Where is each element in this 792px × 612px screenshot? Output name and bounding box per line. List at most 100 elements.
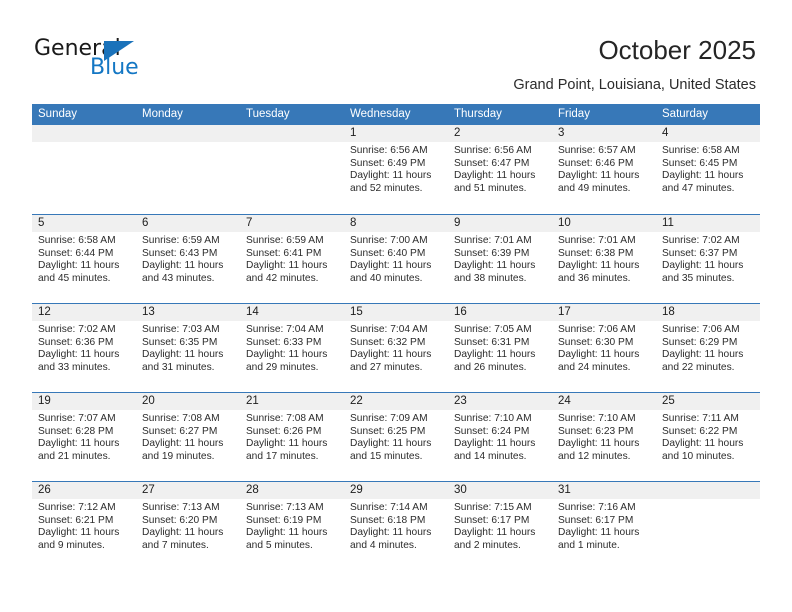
day-number: 16: [448, 304, 552, 321]
calendar-day-cell[interactable]: 23 Sunrise: 7:10 AM Sunset: 6:24 PM Dayligh…: [448, 393, 552, 481]
calendar-day-cell[interactable]: 15 Sunrise: 7:04 AM Sunset: 6:32 PM Dayligh…: [344, 304, 448, 392]
calendar-day-cell[interactable]: 11 Sunrise: 7:02 AM Sunset: 6:37 PM Dayligh…: [656, 215, 760, 303]
calendar-day-cell[interactable]: 16 Sunrise: 7:05 AM Sunset: 6:31 PM Dayligh…: [448, 304, 552, 392]
calendar-day-cell[interactable]: 9 Sunrise: 7:01 AM Sunset: 6:39 PM Daylight…: [448, 215, 552, 303]
daylight-text-line1: Daylight: 11 hours: [142, 438, 224, 450]
day-number: 29: [344, 482, 448, 499]
page-header: General Blue October 2025 Grand Point, L…: [0, 0, 792, 100]
day-number: [240, 125, 344, 142]
calendar-day-cell[interactable]: 3 Sunrise: 6:57 AM Sunset: 6:46 PM Daylight…: [552, 125, 656, 214]
sunset-text: Sunset: 6:49 PM: [350, 157, 426, 169]
calendar-day-cell[interactable]: 26 Sunrise: 7:12 AM Sunset: 6:21 PM Dayligh…: [32, 482, 136, 570]
weekday-header-wednesday: Wednesday: [350, 108, 411, 120]
daylight-text-line2: and 5 minutes.: [246, 539, 313, 551]
sunrise-text: Sunrise: 7:08 AM: [142, 413, 220, 424]
calendar-week-row: 12 Sunrise: 7:02 AM Sunset: 6:36 PM Dayligh…: [32, 303, 760, 392]
daylight-text-line2: and 40 minutes.: [350, 272, 423, 284]
calendar-day-cell[interactable]: 2 Sunrise: 6:56 AM Sunset: 6:47 PM Daylight…: [448, 125, 552, 214]
sunrise-text: Sunrise: 6:57 AM: [558, 145, 636, 156]
sunrise-text: Sunrise: 6:58 AM: [38, 235, 116, 246]
calendar-day-cell-empty: [32, 125, 136, 214]
daylight-text-line2: and 43 minutes.: [142, 272, 215, 284]
sunset-text: Sunset: 6:30 PM: [558, 336, 634, 348]
calendar-day-cell[interactable]: 25 Sunrise: 7:11 AM Sunset: 6:22 PM Dayligh…: [656, 393, 760, 481]
sunrise-text: Sunrise: 6:56 AM: [350, 145, 428, 156]
calendar-day-cell[interactable]: 29 Sunrise: 7:14 AM Sunset: 6:18 PM Dayligh…: [344, 482, 448, 570]
sunset-text: Sunset: 6:40 PM: [350, 247, 426, 259]
sunset-text: Sunset: 6:31 PM: [454, 336, 530, 348]
daylight-text-line1: Daylight: 11 hours: [350, 349, 432, 361]
daylight-text-line1: Daylight: 11 hours: [350, 438, 432, 450]
day-number: 13: [136, 304, 240, 321]
sunset-text: Sunset: 6:36 PM: [38, 336, 114, 348]
calendar-day-cell[interactable]: 5 Sunrise: 6:58 AM Sunset: 6:44 PM Daylight…: [32, 215, 136, 303]
calendar-day-cell[interactable]: 20 Sunrise: 7:08 AM Sunset: 6:27 PM Dayligh…: [136, 393, 240, 481]
sunset-text: Sunset: 6:25 PM: [350, 425, 426, 437]
calendar-day-cell[interactable]: 12 Sunrise: 7:02 AM Sunset: 6:36 PM Dayligh…: [32, 304, 136, 392]
calendar-day-cell[interactable]: 4 Sunrise: 6:58 AM Sunset: 6:45 PM Daylight…: [656, 125, 760, 214]
calendar-day-cell[interactable]: 28 Sunrise: 7:13 AM Sunset: 6:19 PM Dayligh…: [240, 482, 344, 570]
calendar-day-cell[interactable]: 17 Sunrise: 7:06 AM Sunset: 6:30 PM Dayligh…: [552, 304, 656, 392]
sunrise-text: Sunrise: 7:15 AM: [454, 502, 532, 513]
sunset-text: Sunset: 6:17 PM: [558, 514, 634, 526]
calendar-day-cell[interactable]: 8 Sunrise: 7:00 AM Sunset: 6:40 PM Daylight…: [344, 215, 448, 303]
day-sun-info: Sunrise: 7:04 AM Sunset: 6:33 PM Daylight:…: [240, 321, 344, 374]
daylight-text-line1: Daylight: 11 hours: [142, 349, 224, 361]
calendar-weeks: 1 Sunrise: 6:56 AM Sunset: 6:49 PM Daylight…: [32, 125, 760, 570]
daylight-text-line1: Daylight: 11 hours: [350, 260, 432, 272]
calendar-day-cell[interactable]: 30 Sunrise: 7:15 AM Sunset: 6:17 PM Dayligh…: [448, 482, 552, 570]
daylight-text-line2: and 24 minutes.: [558, 361, 631, 373]
sunrise-text: Sunrise: 7:07 AM: [38, 413, 116, 424]
day-number: 10: [552, 215, 656, 232]
sunrise-text: Sunrise: 7:03 AM: [142, 324, 220, 335]
daylight-text-line2: and 15 minutes.: [350, 450, 423, 462]
day-sun-info: Sunrise: 7:08 AM Sunset: 6:27 PM Daylight:…: [136, 410, 240, 463]
weekday-header-monday: Monday: [142, 108, 183, 120]
sunset-text: Sunset: 6:24 PM: [454, 425, 530, 437]
day-sun-info: Sunrise: 7:00 AM Sunset: 6:40 PM Daylight:…: [344, 232, 448, 285]
calendar-day-cell[interactable]: 22 Sunrise: 7:09 AM Sunset: 6:25 PM Dayligh…: [344, 393, 448, 481]
sunrise-text: Sunrise: 7:12 AM: [38, 502, 116, 513]
sunrise-text: Sunrise: 7:13 AM: [142, 502, 220, 513]
day-number: [32, 125, 136, 142]
daylight-text-line2: and 10 minutes.: [662, 450, 735, 462]
day-number: 5: [32, 215, 136, 232]
calendar-day-cell[interactable]: 21 Sunrise: 7:08 AM Sunset: 6:26 PM Dayligh…: [240, 393, 344, 481]
daylight-text-line2: and 49 minutes.: [558, 182, 631, 194]
daylight-text-line1: Daylight: 11 hours: [662, 170, 744, 182]
calendar-day-cell[interactable]: 10 Sunrise: 7:01 AM Sunset: 6:38 PM Dayligh…: [552, 215, 656, 303]
day-number: 26: [32, 482, 136, 499]
daylight-text-line1: Daylight: 11 hours: [246, 260, 328, 272]
daylight-text-line1: Daylight: 11 hours: [558, 170, 640, 182]
sunrise-text: Sunrise: 7:16 AM: [558, 502, 636, 513]
daylight-text-line1: Daylight: 11 hours: [38, 438, 120, 450]
calendar-day-cell[interactable]: 31 Sunrise: 7:16 AM Sunset: 6:17 PM Dayligh…: [552, 482, 656, 570]
daylight-text-line2: and 21 minutes.: [38, 450, 111, 462]
day-sun-info: Sunrise: 6:58 AM Sunset: 6:44 PM Daylight:…: [32, 232, 136, 285]
sunset-text: Sunset: 6:23 PM: [558, 425, 634, 437]
day-sun-info: Sunrise: 6:56 AM Sunset: 6:49 PM Daylight:…: [344, 142, 448, 195]
calendar-day-cell[interactable]: 27 Sunrise: 7:13 AM Sunset: 6:20 PM Dayligh…: [136, 482, 240, 570]
calendar-day-cell[interactable]: 1 Sunrise: 6:56 AM Sunset: 6:49 PM Daylight…: [344, 125, 448, 214]
calendar-day-cell[interactable]: 24 Sunrise: 7:10 AM Sunset: 6:23 PM Dayligh…: [552, 393, 656, 481]
sunset-text: Sunset: 6:39 PM: [454, 247, 530, 259]
calendar-day-cell[interactable]: 19 Sunrise: 7:07 AM Sunset: 6:28 PM Dayligh…: [32, 393, 136, 481]
general-blue-logo[interactable]: General Blue: [34, 36, 234, 86]
sunrise-text: Sunrise: 7:00 AM: [350, 235, 428, 246]
sunrise-text: Sunrise: 7:06 AM: [662, 324, 740, 335]
sunrise-text: Sunrise: 6:58 AM: [662, 145, 740, 156]
sunset-text: Sunset: 6:41 PM: [246, 247, 322, 259]
day-sun-info: Sunrise: 6:57 AM Sunset: 6:46 PM Daylight:…: [552, 142, 656, 195]
calendar-day-cell[interactable]: 18 Sunrise: 7:06 AM Sunset: 6:29 PM Dayligh…: [656, 304, 760, 392]
daylight-text-line2: and 22 minutes.: [662, 361, 735, 373]
day-sun-info: Sunrise: 7:07 AM Sunset: 6:28 PM Daylight:…: [32, 410, 136, 463]
calendar-day-cell[interactable]: 14 Sunrise: 7:04 AM Sunset: 6:33 PM Dayligh…: [240, 304, 344, 392]
day-number: 24: [552, 393, 656, 410]
sunset-text: Sunset: 6:38 PM: [558, 247, 634, 259]
calendar-day-cell[interactable]: 13 Sunrise: 7:03 AM Sunset: 6:35 PM Dayligh…: [136, 304, 240, 392]
sunset-text: Sunset: 6:37 PM: [662, 247, 738, 259]
calendar-day-cell[interactable]: 7 Sunrise: 6:59 AM Sunset: 6:41 PM Daylight…: [240, 215, 344, 303]
daylight-text-line2: and 45 minutes.: [38, 272, 111, 284]
calendar-day-cell[interactable]: 6 Sunrise: 6:59 AM Sunset: 6:43 PM Daylight…: [136, 215, 240, 303]
day-number: 14: [240, 304, 344, 321]
